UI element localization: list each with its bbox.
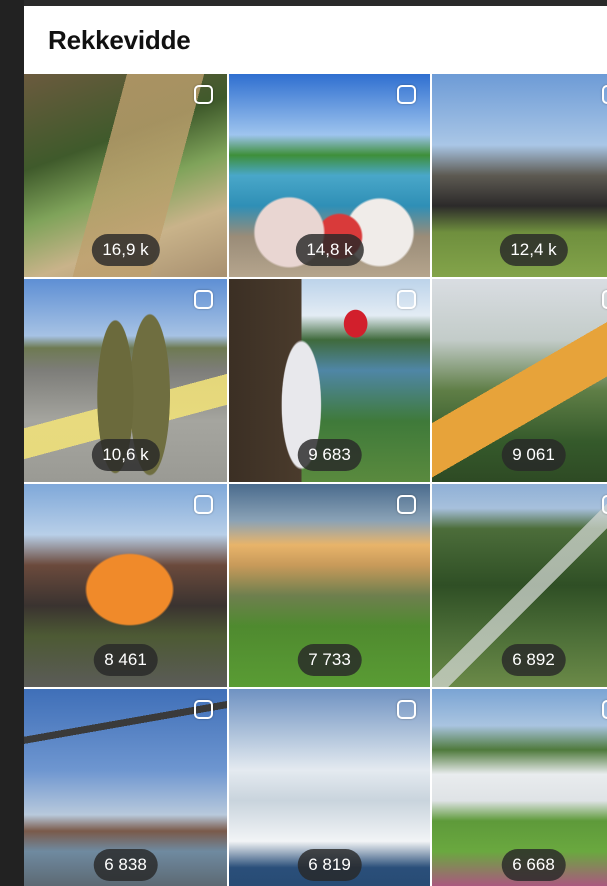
photo-tile[interactable]: 16,9 k [24,74,227,277]
reach-count-badge: 16,9 k [91,234,160,266]
select-checkbox[interactable] [397,495,416,514]
select-checkbox[interactable] [194,700,213,719]
photo-tile[interactable]: 6 838 [24,689,227,886]
reach-count-badge: 6 892 [501,644,566,676]
select-checkbox[interactable] [602,700,607,719]
select-checkbox[interactable] [194,495,213,514]
reach-count-badge: 6 838 [93,849,158,881]
photo-tile[interactable]: 12,4 k [432,74,607,277]
reach-count-badge: 6 668 [501,849,566,881]
panel-header: Rekkevidde [24,6,607,74]
photo-tile[interactable]: 9 061 [432,279,607,482]
select-checkbox[interactable] [602,290,607,309]
reach-count-badge: 12,4 k [499,234,568,266]
select-checkbox[interactable] [397,290,416,309]
reach-count-badge: 10,6 k [91,439,160,471]
reach-count-badge: 9 683 [297,439,362,471]
photo-tile[interactable]: 6 892 [432,484,607,687]
select-checkbox[interactable] [397,700,416,719]
select-checkbox[interactable] [194,290,213,309]
reach-count-badge: 7 733 [297,644,362,676]
select-checkbox[interactable] [397,85,416,104]
photo-tile[interactable]: 10,6 k [24,279,227,482]
page-title: Rekkevidde [48,24,191,55]
photo-tile[interactable]: 7 733 [229,484,430,687]
photo-tile[interactable]: 6 819 [229,689,430,886]
photo-grid: 16,9 k 14,8 k 12,4 k 10,6 k 9 683 9 061 … [24,74,607,886]
reach-count-badge: 9 061 [501,439,566,471]
reach-count-badge: 6 819 [297,849,362,881]
reach-panel: Rekkevidde 16,9 k 14,8 k 12,4 k 10,6 k 9… [24,6,607,886]
select-checkbox[interactable] [602,85,607,104]
photo-tile[interactable]: 6 668 [432,689,607,886]
reach-count-badge: 14,8 k [295,234,364,266]
select-checkbox[interactable] [602,495,607,514]
photo-tile[interactable]: 14,8 k [229,74,430,277]
photo-tile[interactable]: 8 461 [24,484,227,687]
reach-count-badge: 8 461 [93,644,158,676]
select-checkbox[interactable] [194,85,213,104]
left-sidebar-edge [0,0,24,886]
photo-tile[interactable]: 9 683 [229,279,430,482]
